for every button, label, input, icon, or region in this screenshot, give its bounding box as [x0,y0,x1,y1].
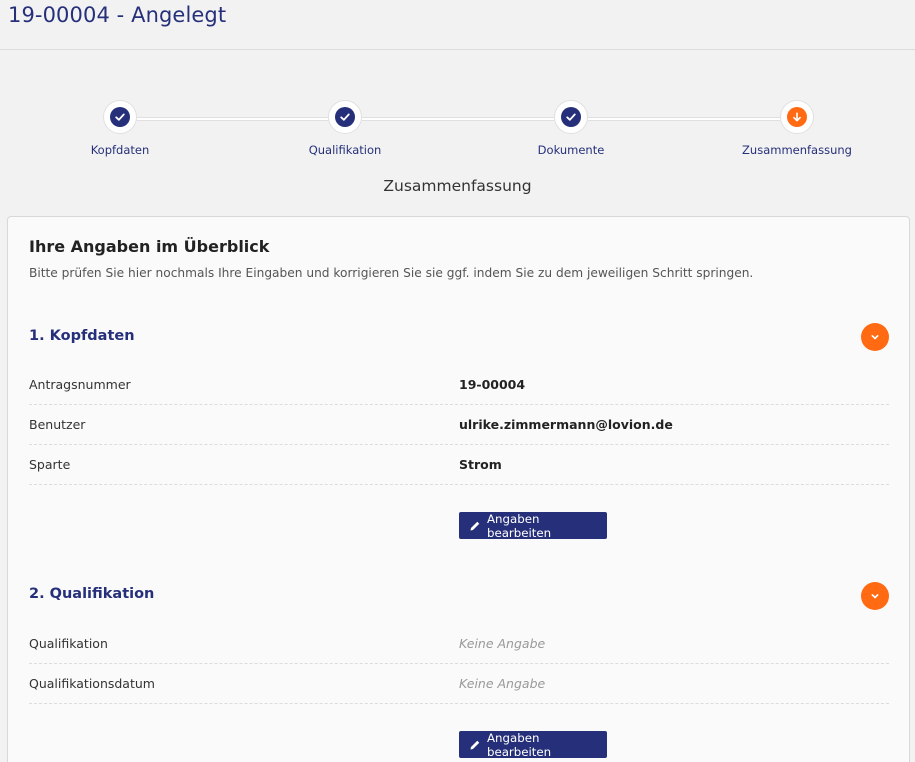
wizard-stepper: Kopfdaten Qualifikation Dokumente Zusamm… [0,100,915,170]
step-dokumente[interactable]: Dokumente [501,100,641,157]
pencil-icon [470,521,480,530]
step-circle [328,100,362,134]
table-row: Antragsnummer 19-00004 [29,365,889,405]
row-value: 19-00004 [459,377,526,392]
step-kopfdaten[interactable]: Kopfdaten [50,100,190,157]
step-circle [780,100,814,134]
section-toggle-qualifikation[interactable] [861,582,889,610]
chevron-down-icon [871,594,879,599]
row-value: Keine Angabe [459,636,546,651]
row-label: Sparte [29,457,71,472]
section-toggle-kopfdaten[interactable] [861,323,889,351]
summary-subtitle: Bitte prüfen Sie hier nochmals Ihre Eing… [29,266,754,280]
row-label: Benutzer [29,417,86,432]
edit-button-label: Angaben bearbeiten [486,511,552,540]
row-value: Keine Angabe [459,676,546,691]
row-value: Strom [459,457,502,472]
row-value: ulrike.zimmermann@lovion.de [459,417,673,432]
section-title-qualifikation: 2. Qualifikation [29,586,155,602]
current-step-title: Zusammenfassung [383,177,532,195]
page-title: 19-00004 - Angelegt [8,3,227,27]
edit-kopfdaten-button[interactable]: Angaben bearbeiten [459,511,607,540]
table-row: Qualifikationsdatum Keine Angabe [29,664,889,704]
step-zusammenfassung[interactable]: Zusammenfassung [727,100,867,157]
summary-title: Ihre Angaben im Überblick [29,237,270,256]
step-label: Qualifikation [308,143,382,157]
step-circle [554,100,588,134]
row-label: Qualifikationsdatum [29,676,155,691]
step-circle [103,100,137,134]
arrow-down-icon [787,107,807,127]
step-label: Zusammenfassung [742,143,852,157]
section-title-kopfdaten: 1. Kopfdaten [29,328,135,344]
page-header: 19-00004 - Angelegt [0,0,915,50]
table-row: Sparte Strom [29,445,889,485]
summary-card: Ihre Angaben im Überblick Bitte prüfen S… [7,216,910,762]
check-icon [335,107,355,127]
edit-button-label: Angaben bearbeiten [486,730,552,759]
edit-qualifikation-button[interactable]: Angaben bearbeiten [459,730,607,759]
row-label: Antragsnummer [29,377,131,392]
pencil-icon [470,740,480,749]
check-icon [110,107,130,127]
check-icon [561,107,581,127]
table-row: Benutzer ulrike.zimmermann@lovion.de [29,405,889,445]
row-label: Qualifikation [29,636,108,651]
step-label: Dokumente [537,143,605,157]
step-label: Kopfdaten [90,143,150,157]
step-qualifikation[interactable]: Qualifikation [275,100,415,157]
chevron-down-icon [871,335,879,340]
table-row: Qualifikation Keine Angabe [29,624,889,664]
